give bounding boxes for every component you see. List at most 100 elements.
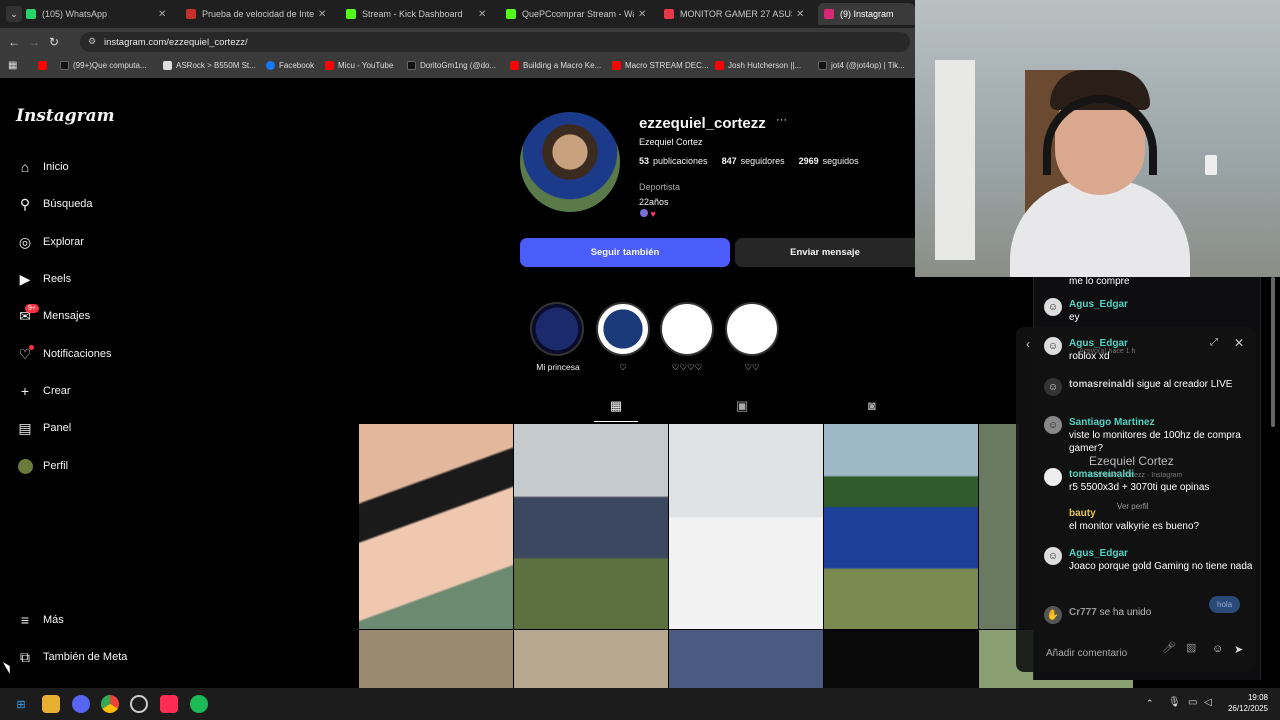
close-icon[interactable]: ✕ xyxy=(638,9,646,20)
address-bar[interactable]: ⚙ instagram.com/ezzequiel_cortezz/ xyxy=(80,32,910,52)
nav-explorar[interactable]: ◎ Explorar xyxy=(16,233,84,251)
whatsapp-icon xyxy=(26,9,36,19)
more-options-icon[interactable]: ··· xyxy=(776,114,787,126)
message-button[interactable]: Enviar mensaje xyxy=(735,238,915,267)
nav-mas[interactable]: ≡ Más xyxy=(16,611,64,629)
highlight-2[interactable] xyxy=(596,302,650,356)
chat-scrollbar[interactable] xyxy=(1271,277,1275,427)
profile-bio: 22años xyxy=(639,197,669,207)
tab-whatsapp[interactable]: (105) WhatsApp ✕ xyxy=(26,3,178,25)
chrome-icon[interactable] xyxy=(101,695,119,713)
close-icon[interactable]: ✕ xyxy=(796,9,804,20)
hola-bubble: hola xyxy=(1209,596,1241,613)
bookmark-8[interactable]: Josh Hutcherson ||... xyxy=(715,61,801,70)
emoji-icon[interactable]: ☺ xyxy=(1212,643,1223,655)
profile-avatar[interactable] xyxy=(520,112,620,212)
menu-icon: ≡ xyxy=(20,612,30,628)
image-icon[interactable]: ▧ xyxy=(1186,641,1196,654)
network-icon[interactable]: ▭ xyxy=(1188,697,1197,708)
nav-mensajes[interactable]: ✉ Mensajes 9+ xyxy=(16,304,90,325)
comment-input[interactable]: Añadir comentario xyxy=(1038,643,1228,663)
post-thumbnail[interactable] xyxy=(359,630,513,688)
forward-icon[interactable]: → xyxy=(24,35,44,49)
nav-meta[interactable]: ⧉ También de Meta xyxy=(16,648,127,666)
post-thumbnail[interactable] xyxy=(979,424,1019,629)
tab-monitor[interactable]: MONITOR GAMER 27 ASUS RO✕ xyxy=(664,3,810,25)
tab-speedtest[interactable]: Prueba de velocidad de Internet✕ xyxy=(186,3,338,25)
bookmark-4[interactable]: Micu - YouTube xyxy=(325,61,393,70)
close-icon[interactable]: ✕ xyxy=(158,9,166,20)
highlight-3[interactable] xyxy=(660,302,714,356)
tab-kick-dashboard[interactable]: Stream - Kick Dashboard ✕ xyxy=(346,3,496,25)
instagram-logo[interactable]: Instagram xyxy=(16,106,115,126)
bookmark-7[interactable]: Macro STREAM DEC... xyxy=(612,61,709,70)
post-thumbnail[interactable] xyxy=(359,424,513,629)
follow-button[interactable]: Seguir también xyxy=(520,238,730,267)
clock[interactable]: 19:08 26/12/2025 xyxy=(1218,692,1268,714)
user-avatar-icon xyxy=(1044,507,1062,525)
bookmark-9[interactable]: jot4 (@jot4op) | Tik... xyxy=(818,61,905,70)
bookmark-6[interactable]: Building a Macro Ke... xyxy=(510,61,601,70)
tagged-tab[interactable]: ◙ xyxy=(868,398,876,413)
tagged-icon: ◙ xyxy=(868,398,876,413)
posts-grid-tab[interactable]: ▦ xyxy=(594,398,638,422)
user-avatar-icon: ☺ xyxy=(1044,378,1062,396)
back-icon[interactable]: ← xyxy=(4,35,24,49)
obs-icon[interactable] xyxy=(130,695,148,713)
windows-start-icon[interactable]: ⊞ xyxy=(12,695,30,713)
close-icon[interactable]: ✕ xyxy=(318,9,326,20)
bookmark-5[interactable]: DoritoGm1ng (@do... xyxy=(407,61,496,70)
live-chat: ‹ ⤢ ✕ Ezequiel Cortez Activo(a) hace 1 h… xyxy=(1016,276,1275,680)
bookmark-1[interactable]: (99+)Que computa... xyxy=(60,61,147,70)
send-icon[interactable]: ➤ xyxy=(1234,643,1243,656)
post-thumbnail[interactable] xyxy=(514,630,668,688)
tab-search-icon[interactable]: ⌄ xyxy=(6,6,22,22)
site-info-icon[interactable]: ⚙ xyxy=(88,36,96,47)
highlight-label: ♡ xyxy=(619,362,627,372)
post-thumbnail[interactable] xyxy=(514,424,668,629)
apps-icon[interactable]: ▦ xyxy=(8,60,17,71)
highlight-4[interactable] xyxy=(725,302,779,356)
mute-icon[interactable]: ✕ xyxy=(478,9,486,20)
profile-username: ezzequiel_cortezz xyxy=(639,115,766,132)
wave-icon: ✋ xyxy=(1044,606,1062,624)
light-switch xyxy=(1205,155,1217,175)
spotify-icon[interactable] xyxy=(190,695,208,713)
curtain xyxy=(935,60,975,260)
chat-message: bauty el monitor valkyrie es bueno? xyxy=(1044,507,1256,533)
highlight-mi-princesa[interactable] xyxy=(530,302,584,356)
post-thumbnail[interactable] xyxy=(669,424,823,629)
volume-icon[interactable]: ◁ xyxy=(1204,697,1212,708)
post-thumbnail[interactable] xyxy=(669,630,823,688)
taskbar: ⊞ ⌃ 🎙︎ ▭ ◁ 19:08 26/12/2025 xyxy=(0,688,1280,720)
compass-icon: ◎ xyxy=(18,233,32,250)
bookmarks-bar: ▦ (99+)Que computa... ASRock > B550M St.… xyxy=(0,56,915,78)
post-thumbnail[interactable] xyxy=(824,630,978,688)
nav-notificaciones[interactable]: ♡ Notificaciones xyxy=(16,345,111,363)
nav-crear[interactable]: + Crear xyxy=(16,382,71,400)
mic-icon[interactable]: 🎤︎ xyxy=(1162,641,1176,654)
bookmark-3[interactable]: Facebook xyxy=(266,61,314,70)
tab-instagram[interactable]: (9) Instagram xyxy=(818,3,915,25)
user-avatar-icon: ☺ xyxy=(1044,547,1062,565)
tab-kick-watch[interactable]: QuePCcomprar Stream - Watch✕ xyxy=(506,3,652,25)
chat-message: ☺ Agus_Edgar Joaco porque gold Gaming no t… xyxy=(1044,547,1256,573)
kick-icon xyxy=(346,9,356,19)
bookmark-2[interactable]: ASRock > B550M St... xyxy=(163,61,256,70)
nav-perfil[interactable]: Perfil xyxy=(16,457,68,475)
file-explorer-icon[interactable] xyxy=(42,695,60,713)
tray-chevron-icon[interactable]: ⌃ xyxy=(1146,698,1154,709)
nav-busqueda[interactable]: ⚲ Búsqueda xyxy=(16,195,93,213)
tiktok-live-icon[interactable] xyxy=(160,695,178,713)
reels-tab[interactable]: ▣ xyxy=(736,398,748,414)
bookmark-youtube[interactable] xyxy=(38,61,51,70)
post-thumbnail[interactable] xyxy=(824,424,978,629)
discord-icon[interactable] xyxy=(72,695,90,713)
mic-tray-icon[interactable]: 🎙︎ xyxy=(1168,697,1181,708)
reload-icon[interactable]: ↻ xyxy=(44,35,64,49)
user-avatar-icon xyxy=(1044,468,1062,486)
nav-reels[interactable]: ▶ Reels xyxy=(16,270,72,288)
back-icon[interactable]: ‹ xyxy=(1026,337,1030,351)
nav-panel[interactable]: ▤ Panel xyxy=(16,419,71,437)
nav-inicio[interactable]: ⌂ Inicio xyxy=(16,158,69,176)
